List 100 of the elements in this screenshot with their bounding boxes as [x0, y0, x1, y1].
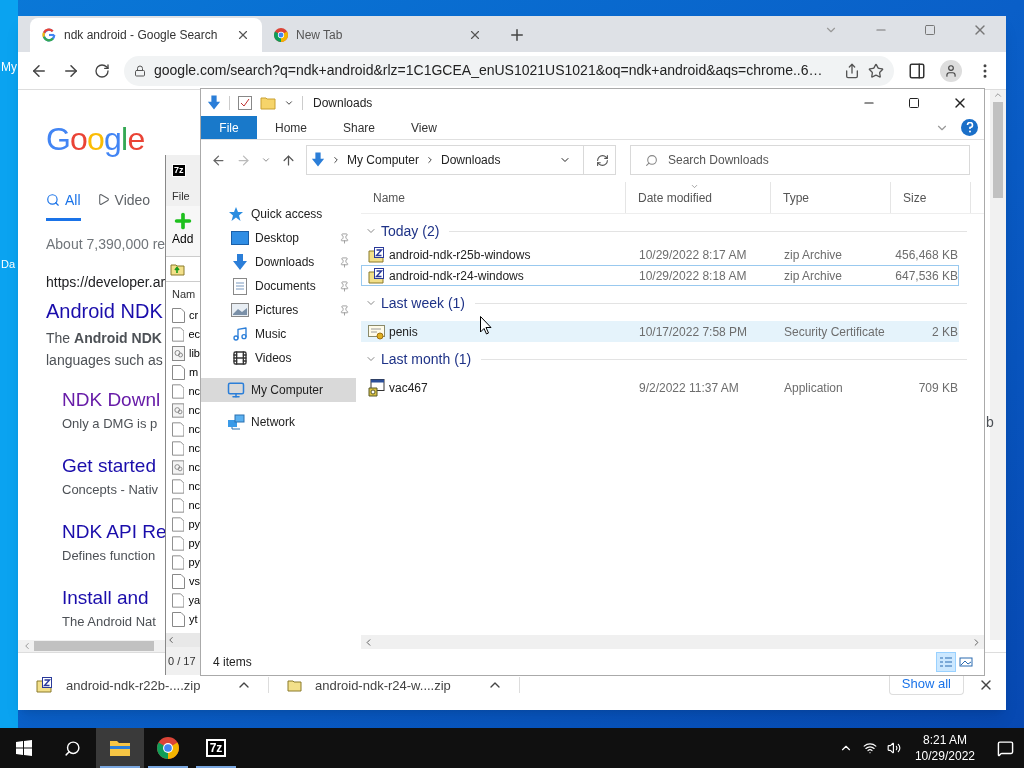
network-icon[interactable] [862, 741, 877, 755]
nav-item[interactable]: Pictures [201, 298, 356, 322]
sitelink[interactable]: Get started [62, 455, 165, 477]
folder-up-icon[interactable] [170, 262, 186, 276]
sitelink[interactable]: NDK Downl [62, 389, 165, 411]
back-icon[interactable] [211, 152, 226, 168]
sort-icon [690, 182, 699, 191]
new-tab-icon[interactable] [508, 26, 526, 44]
refresh-icon[interactable] [596, 153, 609, 167]
sitelink[interactable]: Install and [62, 587, 165, 609]
file-row[interactable]: android-ndk-r24-windows 10/29/2022 8:18 AM zip Archive 647,536 KB [361, 265, 959, 286]
file-row[interactable]: penis 10/17/2022 7:58 PM Security Certificate 2 KB [361, 321, 959, 342]
file-name[interactable]: ya [188, 592, 200, 609]
size-cell-text: 2 KB [931, 323, 958, 341]
properties-icon[interactable] [238, 95, 252, 110]
nav-item[interactable]: Network [201, 410, 356, 434]
ribbon-tab[interactable]: File [201, 116, 257, 139]
file-name[interactable]: ec [188, 326, 200, 343]
scrollbar-thumb[interactable] [993, 102, 1003, 198]
column-header[interactable]: Size [891, 182, 971, 213]
file-name[interactable]: yt [189, 611, 198, 628]
reload-icon[interactable] [94, 62, 110, 79]
google-logo: Google [46, 122, 146, 156]
scrollbar-thumb[interactable] [34, 641, 154, 651]
breadcrumb-item[interactable]: Downloads [441, 151, 501, 169]
breadcrumb-item[interactable]: My Computer [347, 151, 420, 169]
menu-item[interactable]: File [166, 186, 200, 206]
volume-icon[interactable] [886, 741, 901, 755]
search-tab[interactable]: All [46, 190, 81, 221]
group-header[interactable]: Today (2) [381, 220, 440, 242]
document-icon [233, 277, 247, 295]
group-header[interactable]: Last week (1) [381, 292, 466, 314]
file-row[interactable]: android-ndk-r25b-windows 10/29/2022 8:17 AM zip Archive 456,468 KB [361, 244, 959, 265]
nav-item[interactable]: Desktop [201, 226, 356, 250]
nav-item[interactable]: Documents [201, 274, 356, 298]
file-name[interactable]: nc [188, 383, 200, 400]
file-name[interactable]: py [188, 516, 200, 533]
ribbon-tab[interactable]: Home [257, 116, 325, 139]
status-text: 4 items [213, 654, 252, 671]
file-name[interactable]: cr [189, 307, 199, 324]
desktop-icon [231, 230, 249, 246]
nav-item[interactable]: Downloads [201, 250, 356, 274]
result-title-link[interactable]: Android NDK [46, 300, 165, 322]
file-name[interactable]: py [188, 554, 200, 571]
nav-item[interactable]: Videos [201, 346, 356, 370]
nav-item[interactable]: Music [201, 322, 356, 346]
browser-tab[interactable]: ndk android - Google Search [30, 18, 262, 52]
file-name[interactable]: m [189, 364, 199, 381]
tab-title: New Tab [296, 27, 344, 44]
chevron-icon [331, 155, 341, 165]
clock[interactable]: 8:21 AM 10/29/2022 [910, 732, 979, 764]
nav-item[interactable]: Quick access [201, 202, 356, 226]
column-header[interactable]: Type [771, 182, 891, 213]
file-name[interactable]: nc [188, 421, 200, 438]
share-icon[interactable] [844, 62, 860, 79]
file-icon [172, 308, 185, 323]
file-explorer-taskbar-button[interactable] [96, 728, 144, 768]
search-field[interactable]: Search Downloads [630, 145, 970, 175]
sitelink[interactable]: NDK API Re [62, 521, 165, 543]
close-icon[interactable] [236, 28, 250, 42]
group-header[interactable]: Last month (1) [381, 348, 472, 370]
add-button[interactable]: Add [166, 206, 200, 256]
download-item[interactable]: android-ndk-r24-w....zip [315, 677, 475, 693]
column-header[interactable]: Nam [166, 282, 200, 306]
type-cell-text: zip Archive [783, 246, 844, 264]
column-header[interactable]: Name [361, 182, 626, 213]
file-name[interactable]: nc [188, 478, 200, 495]
side-panel-icon[interactable] [908, 61, 926, 80]
up-icon[interactable] [281, 152, 296, 168]
download-item[interactable]: android-ndk-r22b-....zip [66, 677, 224, 693]
notifications-icon[interactable] [997, 739, 1014, 757]
address-bar[interactable]: My Computer Downloads [306, 145, 616, 175]
column-header[interactable]: Date modified [626, 182, 771, 213]
maximize-icon[interactable] [908, 96, 920, 109]
ribbon-tab[interactable]: View [393, 116, 455, 139]
profile-icon[interactable] [940, 59, 962, 82]
file-name[interactable]: vs [189, 573, 200, 590]
tab-title: ndk android - Google Search [64, 27, 219, 44]
file-name[interactable]: py [188, 535, 200, 552]
address-bar[interactable]: google.com/search?q=ndk+android&rlz=1C1GCEA_enUS1021US1021&oq=ndk+android&aqs=chrome..6… [124, 55, 894, 86]
archiver-taskbar-button[interactable]: 7z [192, 728, 240, 768]
file-name[interactable]: nc [188, 459, 200, 476]
date-cell-text: 9/2/2022 11:37 AM [638, 379, 740, 397]
star-icon [228, 206, 244, 222]
scroll-left-icon[interactable] [166, 635, 176, 645]
help-icon[interactable] [961, 119, 978, 136]
file-name[interactable]: nc [188, 497, 200, 514]
file-name: penis [389, 323, 418, 341]
file-name[interactable]: nc [188, 402, 200, 419]
bookmark-icon[interactable] [868, 62, 884, 79]
file-name[interactable]: nc [188, 440, 200, 457]
gear-file-icon [172, 403, 185, 418]
ribbon-tab[interactable]: Share [325, 116, 394, 139]
lock-icon [134, 64, 146, 77]
nav-item[interactable]: My Computer [201, 378, 356, 402]
search-tab[interactable]: Video [96, 190, 151, 221]
app-logo: 7z [172, 164, 186, 177]
file-name[interactable]: lib [189, 345, 200, 362]
download-icon[interactable] [207, 94, 221, 111]
file-row[interactable]: vac467 9/2/2022 11:37 AM Application 709 KB [361, 377, 959, 398]
